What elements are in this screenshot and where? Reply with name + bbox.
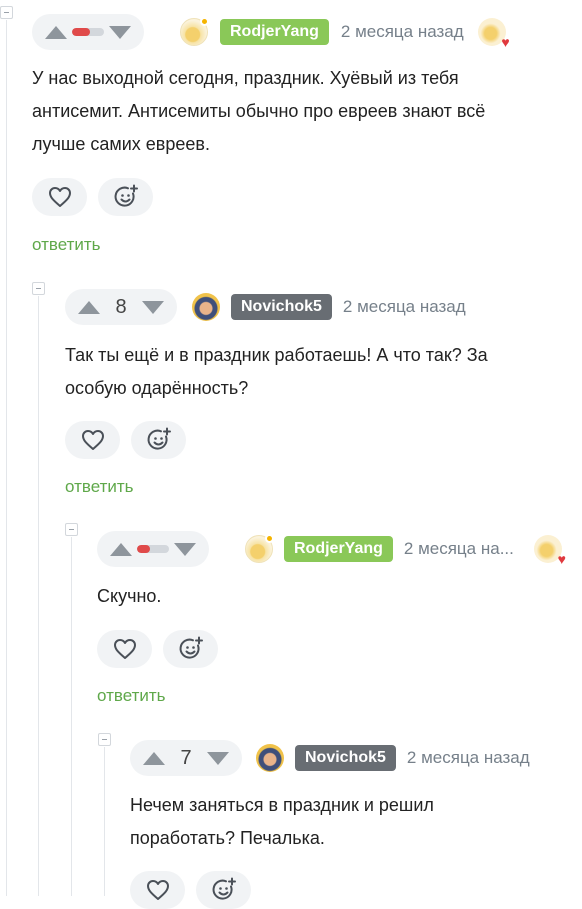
react-button[interactable]: [163, 630, 218, 668]
heart-icon: [113, 639, 136, 659]
comment-header: 8 Novichok5 2 месяца назад: [65, 289, 466, 325]
comment-text: У нас выходной сегодня, праздник. Хуёвый…: [32, 68, 486, 154]
online-indicator: [265, 534, 274, 543]
author-nick[interactable]: RodjerYang: [284, 536, 393, 562]
arrow-down-icon[interactable]: [109, 25, 131, 39]
collapse-thread-button[interactable]: [65, 523, 78, 536]
comment-text: Нечем заняться в праздник и решил порабо…: [130, 795, 434, 848]
comment-time[interactable]: 2 месяца назад: [343, 297, 466, 317]
thread-line: [6, 20, 7, 896]
heart-icon: [48, 187, 71, 207]
avatar[interactable]: [180, 17, 209, 46]
rating-control: 8: [65, 289, 177, 325]
avatar[interactable]: [192, 293, 220, 321]
collapse-thread-button[interactable]: [32, 282, 45, 295]
comment-header: 7 Novichok5 2 месяца назад: [130, 740, 530, 776]
comment-time[interactable]: 2 месяца назад: [341, 22, 464, 42]
arrow-up-icon[interactable]: [110, 542, 132, 556]
react-button[interactable]: [196, 871, 251, 909]
like-button[interactable]: [130, 871, 185, 909]
reply-link[interactable]: ответить: [32, 235, 101, 255]
heart-icon: [81, 430, 104, 450]
comment-text: Так ты ещё и в праздник работаешь! А что…: [65, 345, 488, 398]
comment-text: Скучно.: [97, 586, 162, 606]
comment-actions: [32, 178, 153, 216]
arrow-up-icon[interactable]: [78, 300, 100, 314]
comment-time[interactable]: 2 месяца на...: [404, 539, 520, 559]
heart-icon: [146, 880, 169, 900]
arrow-up-icon[interactable]: [143, 751, 165, 765]
rating-control: [97, 531, 209, 567]
online-indicator: [200, 17, 209, 26]
comment-actions: [65, 421, 186, 459]
rating-bar-fill: [72, 28, 90, 36]
comment-header: RodjerYang 2 месяца назад ♥: [32, 14, 510, 50]
arrow-up-icon[interactable]: [45, 25, 67, 39]
award-heart-icon[interactable]: ♥: [477, 18, 510, 49]
reply-link[interactable]: ответить: [65, 477, 134, 497]
author-nick[interactable]: Novichok5: [295, 745, 396, 771]
arrow-down-icon[interactable]: [174, 542, 196, 556]
smile-plus-icon: [147, 427, 171, 450]
thread-line: [38, 296, 39, 896]
reply-link[interactable]: ответить: [97, 686, 166, 706]
like-button[interactable]: [97, 630, 152, 668]
award-heart-icon[interactable]: ♥: [533, 535, 566, 566]
arrow-down-icon[interactable]: [142, 300, 164, 314]
smile-plus-icon: [179, 636, 203, 659]
like-button[interactable]: [32, 178, 87, 216]
comment-header: RodjerYang 2 месяца на... ♥: [97, 531, 567, 567]
rating-bar-fill: [137, 545, 150, 553]
avatar[interactable]: [245, 534, 274, 563]
rating-value: 8: [115, 295, 127, 318]
author-nick[interactable]: Novichok5: [231, 294, 332, 320]
comment-time[interactable]: 2 месяца назад: [407, 748, 530, 768]
comment-actions: [97, 630, 218, 668]
rating-bar: [137, 545, 169, 553]
avatar[interactable]: [256, 744, 284, 772]
thread-line: [104, 747, 105, 896]
rating-value: 7: [180, 746, 192, 769]
comment-actions: [130, 871, 251, 909]
arrow-down-icon[interactable]: [207, 751, 229, 765]
rating-bar: [72, 28, 104, 36]
rating-control: 7: [130, 740, 242, 776]
collapse-thread-button[interactable]: [0, 6, 13, 19]
like-button[interactable]: [65, 421, 120, 459]
react-button[interactable]: [98, 178, 153, 216]
smile-plus-icon: [212, 877, 236, 900]
collapse-thread-button[interactable]: [98, 733, 111, 746]
react-button[interactable]: [131, 421, 186, 459]
rating-control: [32, 14, 144, 50]
thread-line: [71, 537, 72, 896]
author-nick[interactable]: RodjerYang: [220, 19, 329, 45]
smile-plus-icon: [114, 184, 138, 207]
